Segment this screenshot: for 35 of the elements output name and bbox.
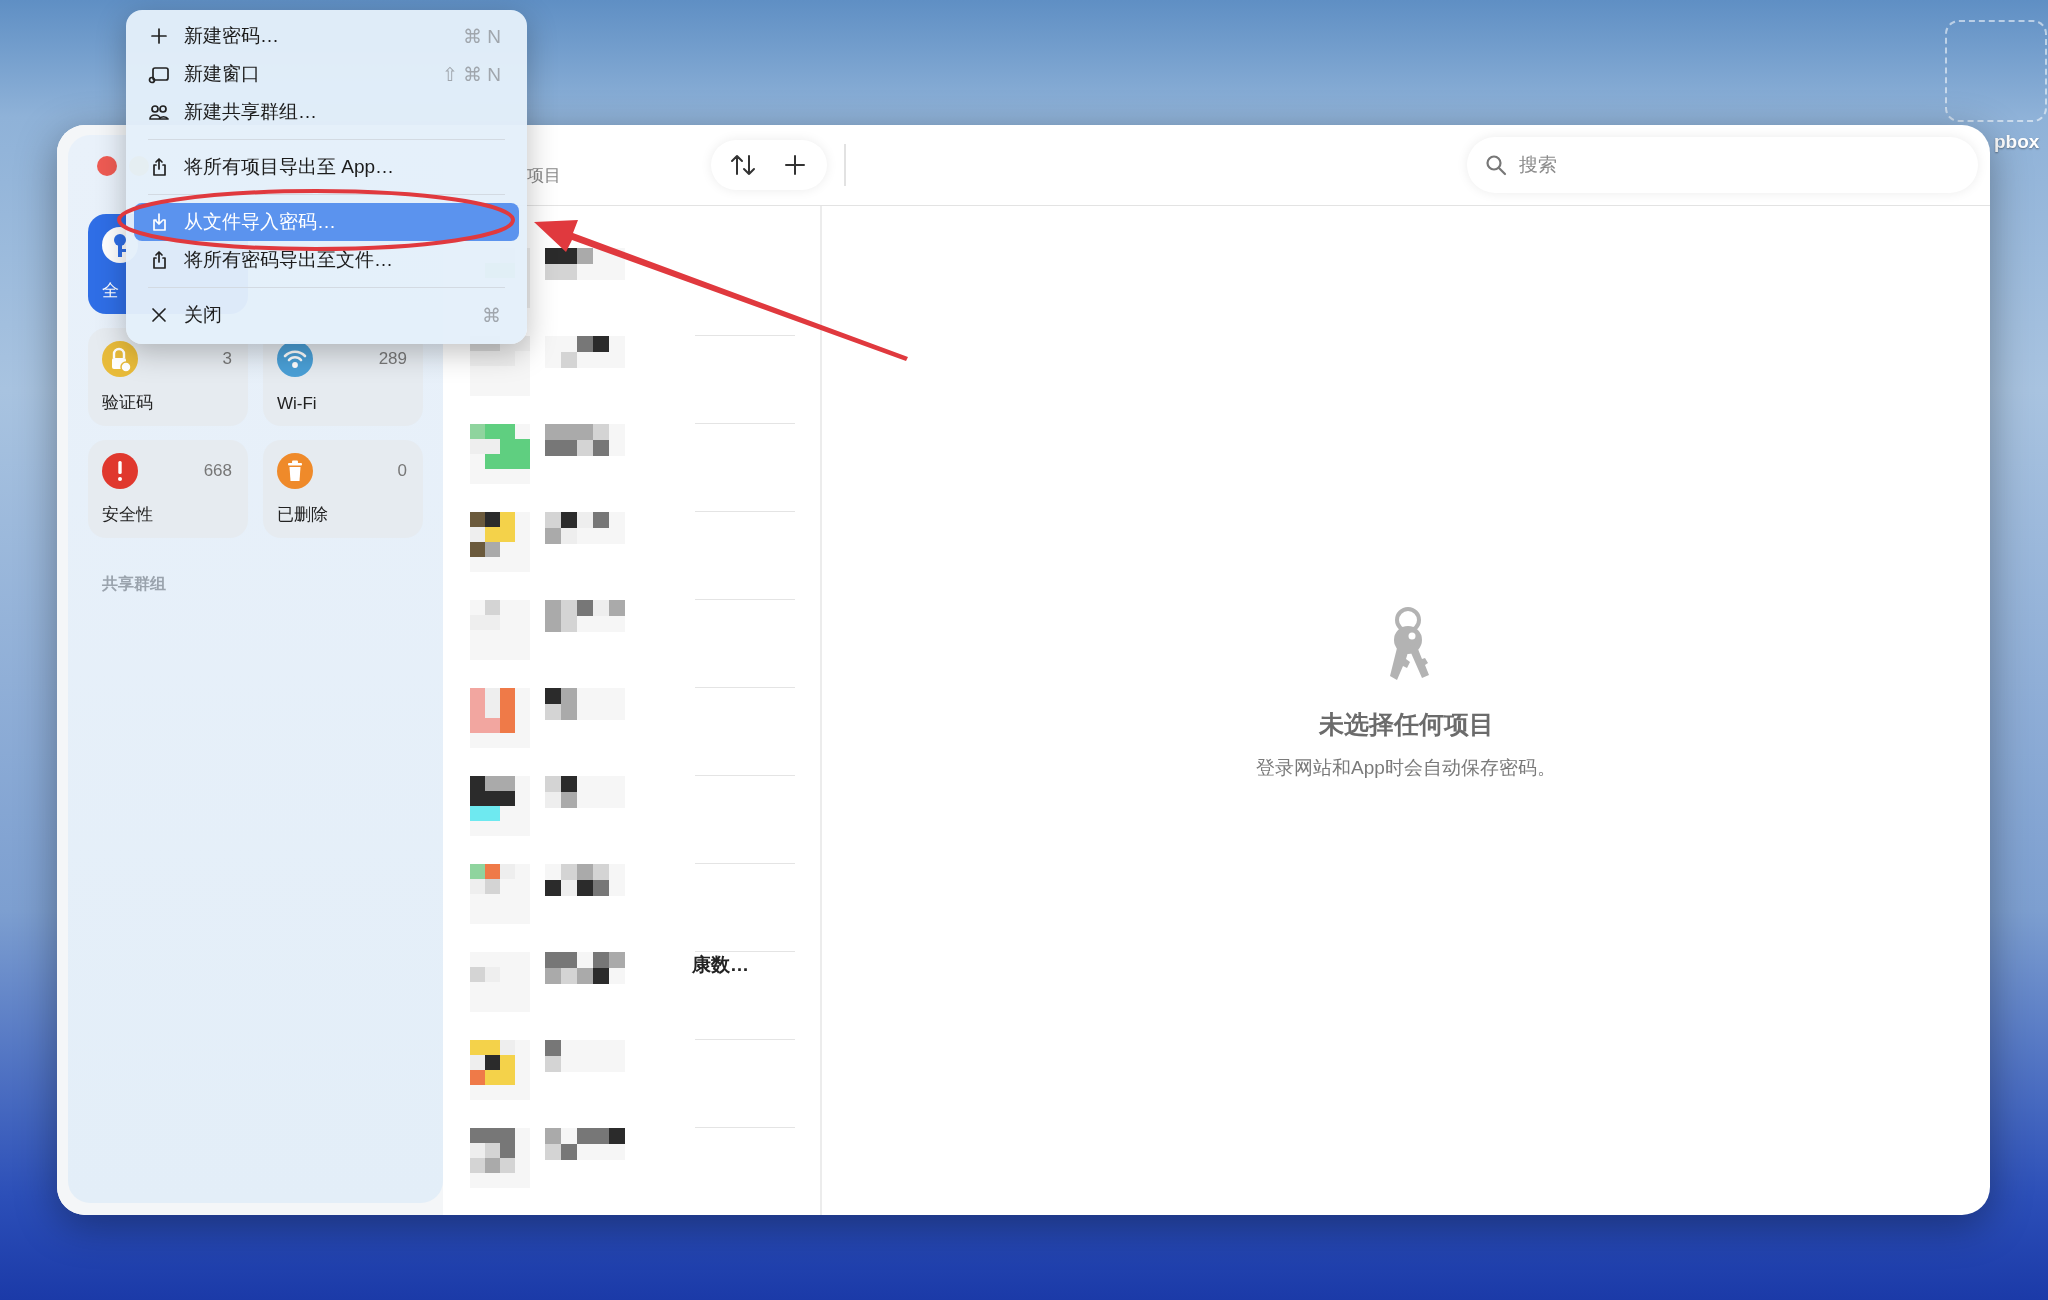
pixelated-thumbnail: [470, 424, 530, 484]
menu-item[interactable]: 新建窗口 ⇧ ⌘ N: [134, 55, 519, 93]
category-tile[interactable]: 0 已删除: [263, 440, 423, 538]
pixelated-thumbnail: [470, 776, 530, 836]
category-tile[interactable]: 668 安全性: [88, 440, 248, 538]
pixelated-thumbnail: [470, 688, 530, 748]
plus-icon: [784, 154, 806, 176]
tile-label: 验证码: [102, 392, 154, 414]
pixelated-thumbnail: [470, 1128, 530, 1188]
pixelated-thumbnail: [470, 864, 530, 924]
close-window-button[interactable]: [97, 156, 117, 176]
tile-label: 安全性: [102, 504, 154, 526]
plus-icon: [148, 25, 170, 47]
section-header: 共享群组: [101, 574, 167, 594]
empty-state-subtitle: 登录网站和App时会自动保存密码。: [1256, 756, 1556, 780]
menu-item[interactable]: 新建密码… ⌘ N: [134, 17, 519, 55]
tile-label: Wi-Fi: [277, 394, 318, 414]
sort-icon: [730, 153, 756, 177]
empty-state-title: 未选择任何项目: [1318, 709, 1494, 740]
tile-count: 668: [203, 461, 232, 481]
menu-item[interactable]: 将所有项目导出至 App…: [134, 148, 519, 186]
menu-item[interactable]: 新建共享群组…: [134, 93, 519, 131]
tile-count: 0: [397, 461, 407, 481]
item-title-fragment: 康数…: [692, 953, 749, 977]
tile-count: 289: [378, 349, 407, 369]
pixelated-thumbnail: [470, 512, 530, 572]
pixelated-thumbnail: [470, 600, 530, 660]
tile-label: 全: [102, 280, 120, 302]
tile-count: 3: [222, 349, 232, 369]
tile-label: 已删除: [277, 504, 329, 526]
search-field[interactable]: 搜索: [1467, 137, 1978, 193]
pixelated-thumbnail: [470, 952, 530, 1012]
pixelated-thumbnail: [470, 1040, 530, 1100]
menu-item[interactable]: 将所有密码导出至文件…: [134, 241, 519, 279]
list-title: 项目: [527, 164, 561, 187]
